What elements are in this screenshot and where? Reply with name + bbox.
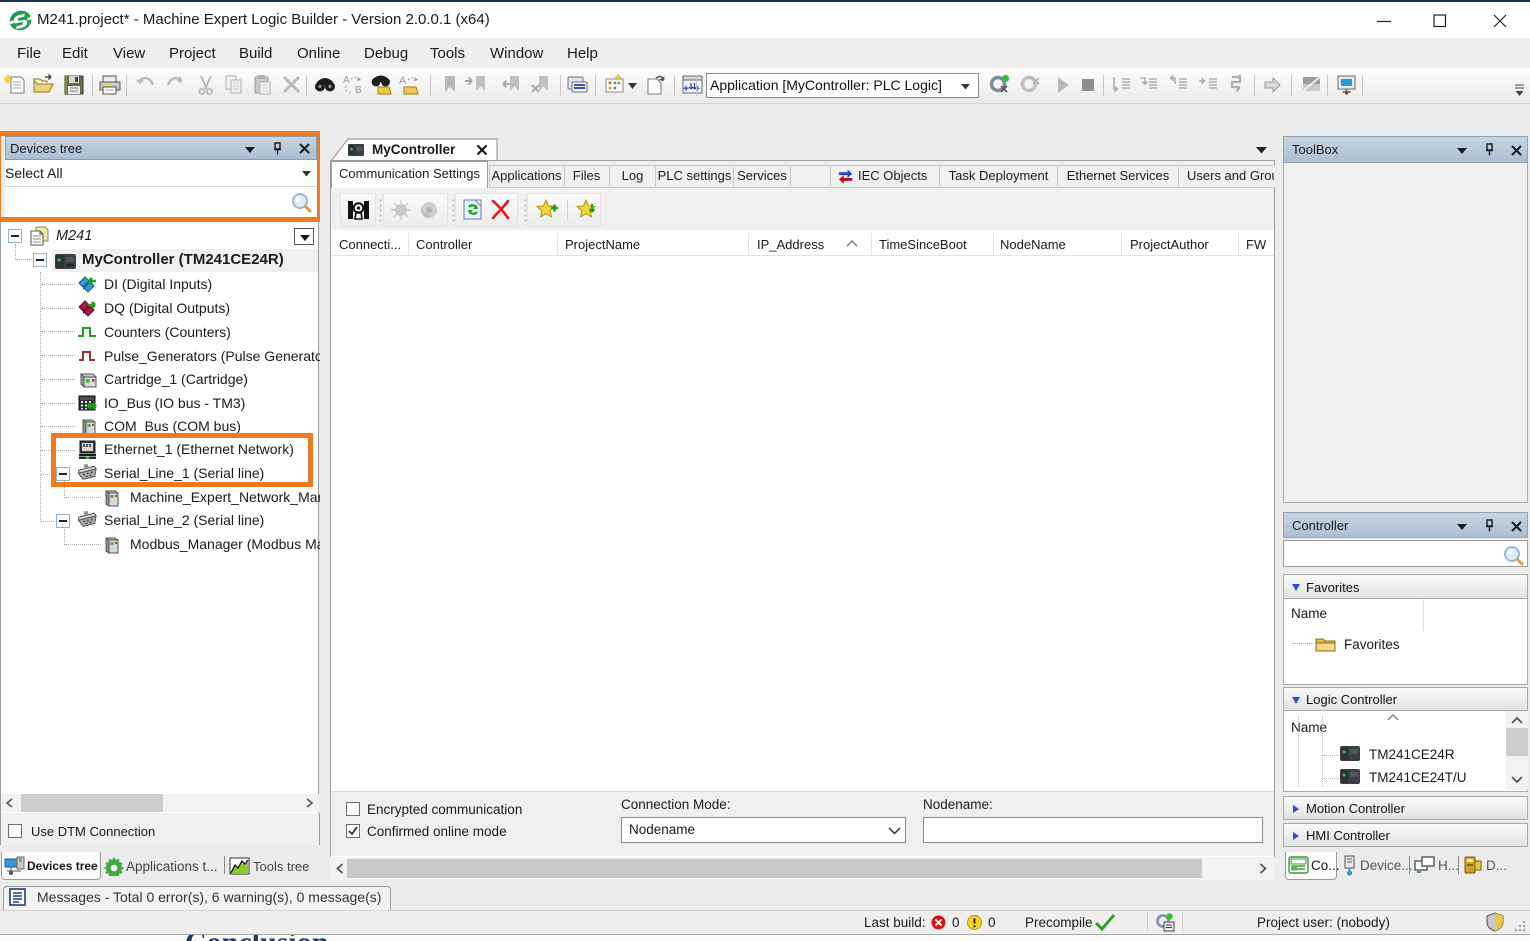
svg-text:A: A xyxy=(399,75,407,87)
svg-text:A: A xyxy=(343,75,350,86)
svg-text:B: B xyxy=(355,85,362,96)
